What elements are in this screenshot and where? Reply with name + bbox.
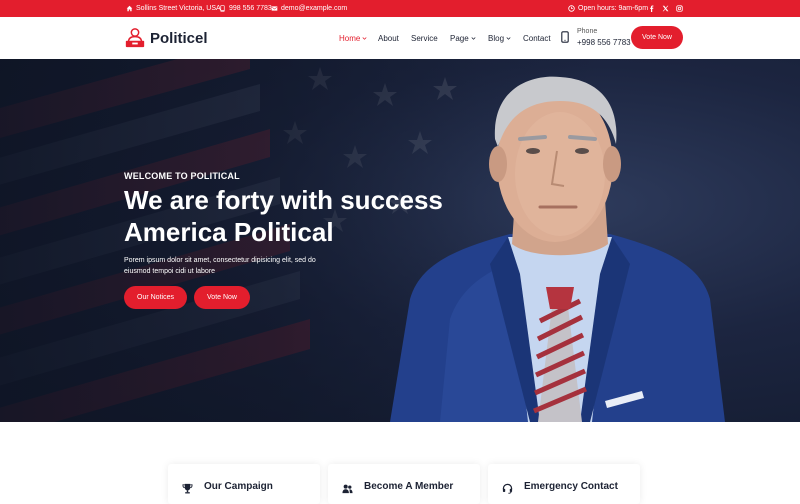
nav-label: Service [411, 33, 438, 43]
logo-text: Politicel [150, 29, 208, 47]
hero-section: WELCOME TO POLITICAL We are forty with s… [0, 59, 800, 422]
phone-item[interactable]: 998 556 7783 [219, 0, 272, 17]
mobile-icon [220, 5, 225, 12]
instagram-link[interactable] [674, 0, 684, 17]
logo[interactable]: Politicel [124, 26, 208, 50]
chevron-down-icon [362, 36, 367, 40]
feature-cards: Our Campaign Become A Member Emergency C… [0, 422, 800, 504]
top-bar: Sollins Street Victoria, USA 998 556 778… [0, 0, 800, 17]
hours-text: Open hours: 9am-6pm [578, 5, 649, 12]
card-become-a-member[interactable]: Become A Member [328, 464, 480, 504]
phone-text: 998 556 7783 [229, 5, 272, 12]
card-title: Emergency Contact [524, 481, 618, 492]
home-icon [126, 5, 133, 12]
email-text: demo@example.com [281, 5, 348, 12]
chevron-down-icon [471, 36, 476, 40]
card-title: Our Campaign [204, 481, 273, 492]
hero-text: WELCOME TO POLITICAL We are forty with s… [124, 171, 464, 277]
nav-item-blog[interactable]: Blog [488, 17, 511, 59]
card-our-campaign[interactable]: Our Campaign [168, 464, 320, 504]
header-phone[interactable]: Phone +998 556 7783 [577, 26, 631, 48]
instagram-icon [675, 5, 683, 12]
hero-vote-now-button[interactable]: Vote Now [194, 286, 250, 309]
nav-item-home[interactable]: Home [339, 17, 367, 59]
hero-title-line1: We are forty with success [124, 185, 443, 215]
phone-number: +998 556 7783 [577, 38, 631, 47]
hours-item: Open hours: 9am-6pm [568, 0, 648, 17]
nav-item-service[interactable]: Service [411, 17, 438, 59]
nav-label: Blog [488, 33, 505, 43]
nav-item-about[interactable]: About [378, 17, 399, 59]
trophy-icon [182, 483, 193, 494]
card-emergency-contact[interactable]: Emergency Contact [488, 464, 640, 504]
nav-label: Contact [523, 33, 551, 43]
card-title: Become A Member [364, 481, 454, 492]
email-item[interactable]: demo@example.com [271, 0, 347, 17]
headset-icon [502, 483, 513, 494]
mobile-phone-icon [561, 31, 569, 43]
users-icon [342, 484, 353, 494]
nav-item-contact[interactable]: Contact [523, 17, 551, 59]
nav-label: Page [450, 33, 469, 43]
nav-label: Home [339, 33, 361, 43]
hero-description-line2: eiusmod tempoi cidi ut labore [124, 268, 216, 275]
address-item: Sollins Street Victoria, USA [126, 0, 221, 17]
hero-eyebrow: WELCOME TO POLITICAL [124, 171, 240, 181]
x-link[interactable] [660, 0, 670, 17]
facebook-link[interactable] [646, 0, 656, 17]
site-header: Politicel Home About Service Page Blog C… [0, 17, 800, 59]
address-text: Sollins Street Victoria, USA [136, 5, 221, 12]
hero-buttons: Our Notices Vote Now [124, 286, 250, 309]
hero-description: Porem ipsum dolor sit amet, consectetur … [124, 255, 324, 277]
mail-icon [271, 6, 278, 11]
politician-logo-icon [125, 28, 145, 48]
x-icon [662, 5, 668, 12]
nav-label: About [378, 33, 399, 43]
hero-title-line2: America Political [124, 217, 334, 247]
our-notices-button[interactable]: Our Notices [124, 286, 187, 309]
hero-title: We are forty with success America Politi… [124, 184, 464, 248]
nav-item-page[interactable]: Page [450, 17, 476, 59]
facebook-icon [649, 5, 653, 12]
hero-description-line1: Porem ipsum dolor sit amet, consectetur … [124, 257, 316, 264]
vote-now-button[interactable]: Vote Now [631, 26, 683, 49]
clock-icon [568, 5, 575, 12]
chevron-down-icon [506, 36, 511, 40]
phone-label: Phone [577, 28, 598, 35]
